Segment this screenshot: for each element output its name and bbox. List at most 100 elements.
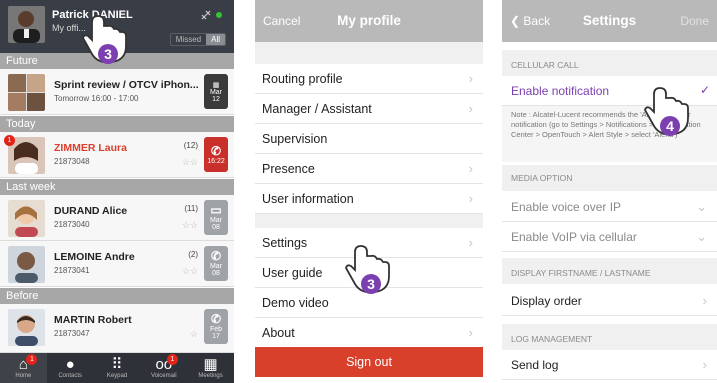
menu-label: About <box>262 326 295 340</box>
tile-day: 17 <box>212 333 220 340</box>
voip-cellular-cell[interactable]: Enable VoIP via cellular ⌄ <box>502 222 717 252</box>
tap-hand-icon: 4 <box>640 86 700 140</box>
tab-voicemail[interactable]: oo 1 Voicemail <box>140 353 187 383</box>
tile-month: Mar <box>209 217 223 224</box>
nav-bar: Cancel My profile <box>255 0 483 42</box>
tile-month: Mar <box>209 263 223 270</box>
calendar-icon: ▦ <box>212 81 220 89</box>
section-header-display: DISPLAY FIRSTNAME / LASTNAME <box>502 258 717 284</box>
menu-label: Presence <box>262 162 315 176</box>
callback-tile[interactable]: ✆ 16:22 <box>204 137 228 172</box>
tab-meetings[interactable]: ▦ Meetings <box>187 353 234 383</box>
menu-label: Supervision <box>262 132 328 146</box>
chevron-right-icon: › <box>702 293 707 308</box>
tile-day: 12 <box>212 95 220 103</box>
history-row[interactable]: Sprint review / OTCV iPhon... Tomorrow 1… <box>0 69 234 115</box>
calendar-tile[interactable]: ▦ Mar 12 <box>204 74 228 109</box>
send-log-cell[interactable]: Send log › <box>502 350 717 380</box>
tile-time: 16:22 <box>207 157 225 165</box>
tile-month: Feb <box>209 326 223 333</box>
step-number: 3 <box>367 276 375 292</box>
message-tile[interactable]: ▭ Mar 08 <box>204 200 228 235</box>
my-profile-screen: Cancel My profile Routing profile › Mana… <box>255 0 483 383</box>
tab-bar: ⌂ 1 Home ● Contacts ⠿ Keypad oo 1 Voicem… <box>0 353 234 383</box>
tab-label: Home <box>15 373 32 379</box>
status-icons <box>201 10 222 20</box>
section-header-log: LOG MANAGEMENT <box>502 324 717 350</box>
menu-about[interactable]: About › <box>255 318 483 348</box>
section-before: Before <box>0 288 234 304</box>
menu-user-information[interactable]: User information › <box>255 184 483 214</box>
menu-manager-assistant[interactable]: Manager / Assistant › <box>255 94 483 124</box>
phone-icon: ✆ <box>210 249 222 263</box>
section-last-week: Last week <box>0 179 234 195</box>
tab-label: Keypad <box>106 373 128 379</box>
tap-hand-icon: 3 <box>78 14 138 68</box>
step-number: 3 <box>104 46 112 62</box>
menu-routing-profile[interactable]: Routing profile › <box>255 64 483 94</box>
call-count: (12) <box>183 141 198 150</box>
chevron-right-icon: › <box>468 161 473 176</box>
history-row[interactable]: MARTIN Robert 21873047 ☆ ✆ Feb 17 <box>0 304 234 353</box>
chevron-down-icon: ⌄ <box>696 229 707 244</box>
favorite-icon[interactable]: ☆☆ <box>182 220 198 231</box>
entry-number: 21873048 <box>54 157 90 166</box>
step-number: 4 <box>666 118 674 134</box>
checkmark-icon: ✓ <box>699 83 710 97</box>
keypad-icon: ⠿ <box>111 356 123 373</box>
tab-label: Meetings <box>198 373 223 379</box>
menu-label: Manager / Assistant <box>262 102 372 116</box>
tab-contacts[interactable]: ● Contacts <box>47 353 94 383</box>
tab-home[interactable]: ⌂ 1 Home <box>0 353 47 383</box>
missed-badge: 1 <box>4 135 15 146</box>
contacts-icon: ● <box>65 356 75 373</box>
callback-tile[interactable]: ✆ Mar 08 <box>204 246 228 281</box>
entry-name: MARTIN Robert <box>54 314 132 326</box>
menu-supervision[interactable]: Supervision <box>255 124 483 154</box>
nav-bar: ❮ Back Settings Done <box>502 0 717 42</box>
entry-name: LEMOINE Andre <box>54 251 135 263</box>
chevron-right-icon: › <box>702 357 707 372</box>
sign-out-button[interactable]: Sign out <box>255 347 483 377</box>
chevron-down-icon: ⌄ <box>696 199 707 214</box>
tab-keypad[interactable]: ⠿ Keypad <box>94 353 141 383</box>
menu-label: User information <box>262 192 354 206</box>
contact-avatar <box>8 200 45 237</box>
entry-name: DURAND Alice <box>54 205 128 217</box>
menu-presence[interactable]: Presence › <box>255 154 483 184</box>
chevron-right-icon: › <box>468 191 473 206</box>
chevron-right-icon: › <box>468 325 473 340</box>
done-button[interactable]: Done <box>680 14 709 28</box>
history-row[interactable]: LEMOINE Andre 21873041 (2) ☆☆ ✆ Mar 08 <box>0 241 234 287</box>
phone-icon: ✆ <box>210 312 222 326</box>
contact-avatar <box>8 309 45 346</box>
history-row[interactable]: 1 ZIMMER Laura 21873048 (12) ☆☆ ✆ 16:22 <box>0 132 234 178</box>
menu-label: Settings <box>262 236 308 250</box>
user-avatar <box>8 6 45 43</box>
call-count: (2) <box>188 250 198 259</box>
cell-label: Enable voice over IP <box>511 200 622 214</box>
group-spacer <box>255 214 483 228</box>
entry-time: Tomorrow 16:00 - 17:00 <box>54 94 139 103</box>
section-today: Today <box>0 116 234 132</box>
tile-day: 08 <box>212 224 220 231</box>
tab-label: Contacts <box>58 373 83 379</box>
message-icon: ▭ <box>210 203 222 217</box>
history-row[interactable]: DURAND Alice 21873040 (11) ☆☆ ▭ Mar 08 <box>0 195 234 241</box>
callback-tile[interactable]: ✆ Feb 17 <box>204 309 228 344</box>
filter-all[interactable]: All <box>206 34 225 45</box>
cell-label: Enable VoIP via cellular <box>511 230 637 244</box>
chevron-right-icon: › <box>468 235 473 250</box>
contact-avatar <box>8 246 45 283</box>
meetings-icon: ▦ <box>203 356 218 373</box>
history-filter[interactable]: Missed All <box>169 33 226 46</box>
favorite-icon[interactable]: ☆☆ <box>182 157 198 168</box>
favorite-icon[interactable]: ☆ <box>190 329 198 340</box>
voice-over-ip-cell[interactable]: Enable voice over IP ⌄ <box>502 192 717 222</box>
display-order-cell[interactable]: Display order › <box>502 286 717 316</box>
tile-month: Mar <box>209 88 223 96</box>
menu-label: User guide <box>262 266 323 280</box>
group-spacer <box>255 42 483 64</box>
favorite-icon[interactable]: ☆☆ <box>182 266 198 277</box>
filter-missed[interactable]: Missed <box>171 34 206 45</box>
